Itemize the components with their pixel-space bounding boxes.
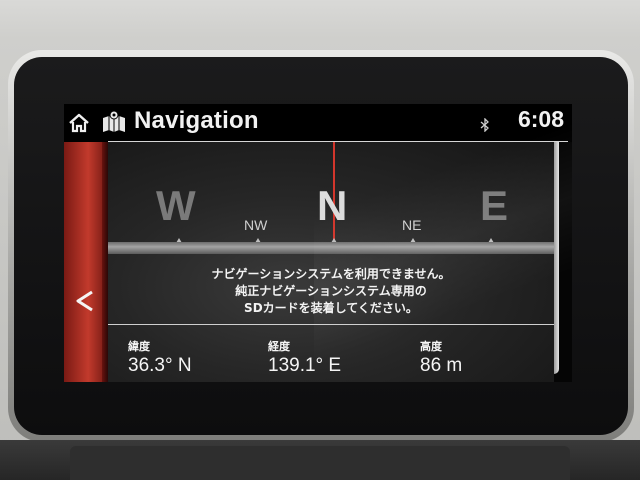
error-message: ナビゲーションシステムを利用できません。 純正ナビゲーションシステム専用の SD… (108, 266, 554, 317)
compass-view: W NW N NE E ナビゲーションシステムを利用できません。 純正ナビゲーシ… (108, 142, 554, 382)
status-bar: Navigation 6:08 (64, 104, 572, 142)
bluetooth-icon (480, 118, 489, 132)
back-arrow-icon[interactable] (70, 286, 100, 316)
info-divider (108, 324, 554, 325)
altitude-label: 高度 (420, 340, 442, 353)
compass-north: N (317, 182, 348, 229)
compass-northwest: NW (244, 217, 268, 233)
navigation-screen: Navigation 6:08 W NW N NE E ナビゲーションシステムを… (64, 104, 572, 382)
compass-west: W (156, 182, 196, 229)
message-line: SDカードを装着してください。 (244, 301, 418, 315)
message-line: 純正ナビゲーションシステム専用の (235, 284, 427, 298)
altitude-value: 86 m (420, 355, 463, 376)
longitude-readout: 経度 139.1° E (268, 338, 341, 377)
longitude-label: 経度 (268, 340, 290, 353)
dashboard-panel (0, 440, 640, 480)
altitude-readout: 高度 86 m (420, 338, 462, 377)
longitude-value: 139.1° E (268, 355, 342, 376)
home-icon[interactable] (68, 112, 90, 134)
latitude-value: 36.3° N (128, 355, 192, 376)
clock: 6:08 (517, 106, 564, 132)
latitude-label: 緯度 (128, 340, 150, 353)
compass-northeast: NE (402, 217, 422, 233)
map-icon (103, 110, 125, 132)
latitude-readout: 緯度 36.3° N (128, 338, 192, 377)
back-panel[interactable] (64, 142, 108, 382)
message-line: ナビゲーションシステムを利用できません。 (211, 267, 451, 281)
compass-east: E (480, 182, 509, 229)
scroll-rail[interactable] (554, 142, 572, 382)
page-title: Navigation (134, 107, 259, 134)
compass-heading-bar (108, 242, 554, 254)
